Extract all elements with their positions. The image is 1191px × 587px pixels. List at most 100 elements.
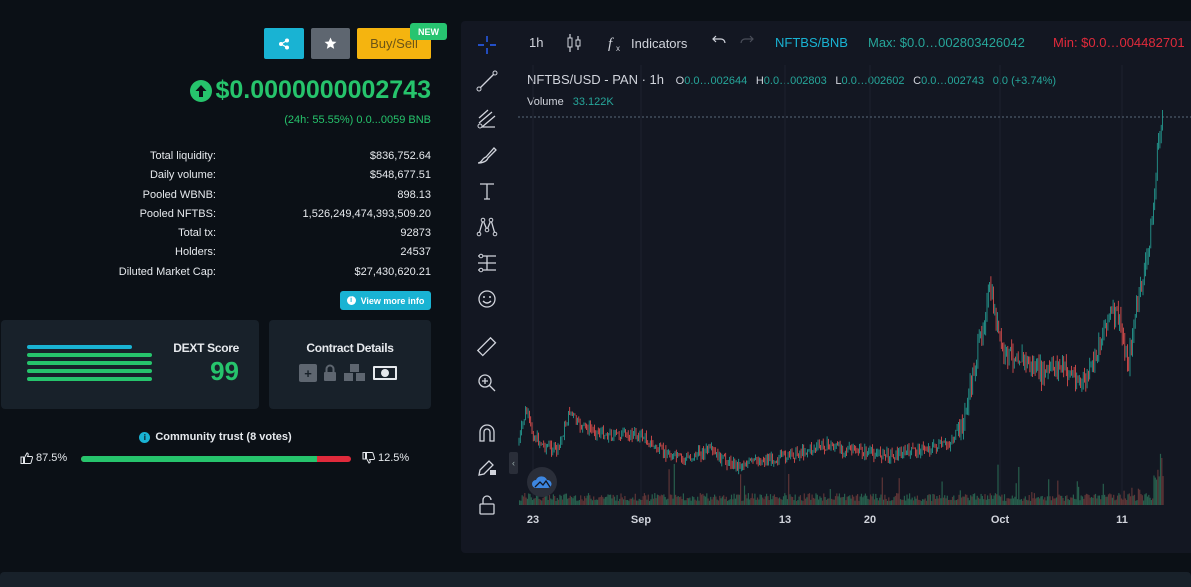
volume-bar [951,496,954,505]
volume-bar [519,500,521,505]
community-trust-label: Community trust (8 votes) [155,431,292,443]
volume-bar [927,495,929,505]
volume-bar [981,495,983,505]
volume-bar [846,496,848,505]
crosshair-tool[interactable] [475,33,499,57]
volume-bar [1053,498,1055,505]
dext-score-card[interactable]: DEXT Score 99 [1,320,259,409]
volume-bar [598,497,600,505]
volume-bar [767,496,769,505]
volume-bar [602,496,604,505]
volume-bar [727,500,729,505]
volume-bar [906,494,908,505]
fib-tool[interactable] [475,107,499,131]
volume-bar [620,493,622,505]
contract-icons: + [299,363,398,383]
volume-bar [1044,497,1046,505]
volume-bar [924,498,926,505]
vote-up[interactable]: 87.5% [20,452,67,464]
trend-line-tool[interactable] [475,69,499,93]
unlock-icon [479,495,495,515]
volume-bar [539,499,541,505]
volume-bar [555,500,557,505]
brush-tool[interactable] [475,143,499,167]
svg-text:f: f [608,36,614,52]
interval-selector[interactable]: 1h [529,35,543,50]
volume-bar [898,478,900,505]
trust-bar-fill [81,456,318,462]
volume-bar [910,499,912,505]
candle-type-button[interactable] [566,33,582,56]
stat-row: Pooled NFTBS: 1,526,249,474,393,509.20 [0,208,431,227]
volume-bar [564,493,566,505]
volume-bar [1148,494,1150,505]
volume-bar [780,499,782,505]
indicators-button[interactable]: fx Indicators [607,33,687,54]
favorite-button[interactable] [311,28,350,59]
volume-bar [1157,469,1159,505]
volume-bar [567,498,569,505]
volume-bar [639,499,642,505]
volume-bar [938,495,941,505]
volume-bar [634,493,636,505]
volume-bar [733,493,735,505]
volume-bar [779,497,781,505]
volume-bar [823,493,825,505]
pair-selector[interactable]: NFTBS/BNB [775,35,848,50]
volume-bar [664,496,666,505]
volume-bar [703,495,705,505]
contract-details-card[interactable]: Contract Details + [269,320,431,409]
volume-bar [543,496,545,505]
volume-bar [1027,500,1029,505]
volume-bar [936,496,938,505]
volume-bar [958,494,960,505]
volume-bar [685,500,687,505]
icons-tool[interactable] [475,287,499,311]
share-icon [279,38,289,49]
volume-bar [923,499,925,505]
stat-label: Daily volume: [149,169,216,182]
volume-bar [933,494,935,505]
zoom-tool[interactable] [475,371,499,395]
text-tool[interactable] [475,179,499,203]
volume-bar [1024,496,1026,505]
volume-bar [1055,497,1058,505]
share-button[interactable] [264,28,304,59]
stat-label: Pooled WBNB: [142,188,216,201]
view-more-info-button[interactable]: i View more info [340,291,431,310]
volume-bar [715,496,717,505]
volume-bar [827,498,829,505]
volume-bar [747,493,749,505]
volume-bar [671,494,673,505]
min-price-label: Min: $0.0…004482701 [1053,35,1185,50]
chart-logo[interactable] [527,467,557,497]
vote-down[interactable]: 12.5% [362,452,409,464]
ruler-tool[interactable] [475,335,499,359]
volume-bar [675,494,677,505]
volume-bar [998,495,1000,505]
volume-bar [915,498,917,505]
volume-bar [689,497,691,505]
magnet-tool[interactable] [475,421,499,445]
x-tick-label: Sep [630,514,652,526]
unlock-tool[interactable] [475,493,499,517]
volume-bar [529,494,531,505]
collapse-toolbar-button[interactable]: ‹ [509,452,518,474]
candlestick-chart[interactable] [518,65,1191,509]
community-trust-title: i Community trust (8 votes) [0,431,431,443]
volume-bar [879,497,881,505]
thumbs-up-icon [20,452,33,464]
contract-details-title: Contract Details [306,341,394,355]
lock-drawings-tool[interactable] [475,455,499,479]
undo-button[interactable] [711,33,727,52]
score-bar [27,345,132,349]
pattern-tool[interactable] [475,215,499,239]
volume-bar [920,500,922,505]
prediction-tool[interactable] [475,251,499,275]
volume-bar [875,493,877,505]
volume-bar [714,494,716,505]
magnet-icon [479,424,495,442]
volume-bar [1072,494,1074,505]
volume-bar [896,493,898,505]
volume-bar [1002,500,1004,505]
